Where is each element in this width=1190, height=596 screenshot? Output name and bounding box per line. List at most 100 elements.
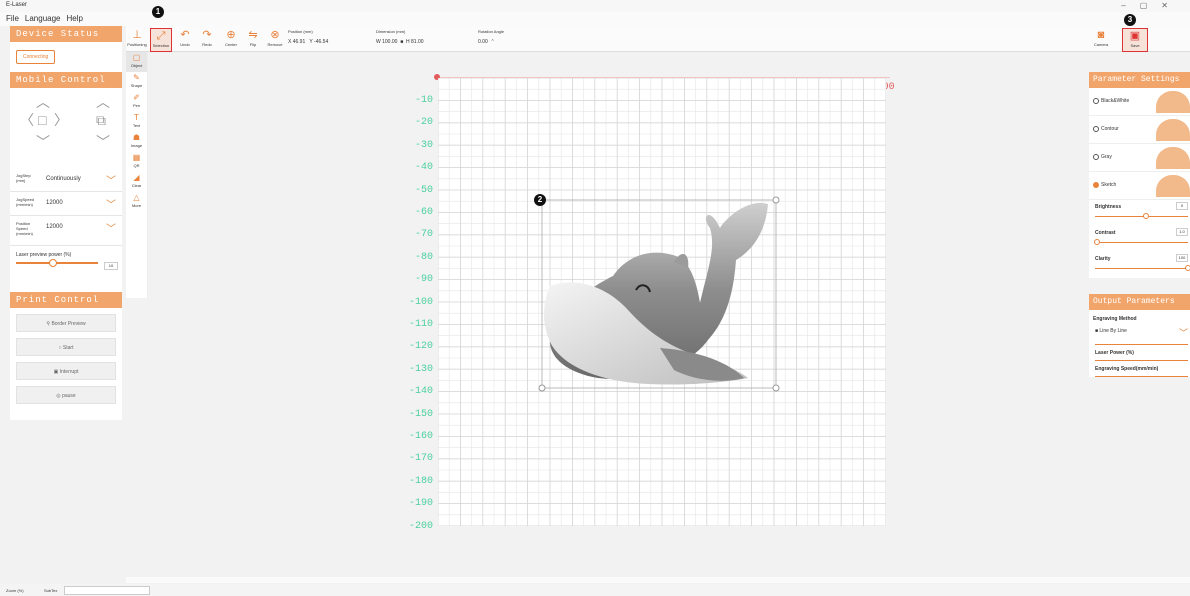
jogspeed-row: JogSpeed (mm/min) 12000 ﹀ [10,192,122,216]
border-preview-button[interactable]: ⚲ Border Preview [16,314,116,332]
mode-option[interactable]: Gray [1089,144,1190,172]
adjust-input[interactable]: 100 [1176,254,1188,262]
tool-shape[interactable]: ✎ Shape [126,72,147,92]
pos-x-input[interactable]: X 46.91 [288,39,305,45]
z-up-icon[interactable]: ︿ [96,92,110,112]
toolbar: ⊥ Positioning ⤢ Selection ↶ Undo ↷ Redo ⊕ Cen… [126,26,1190,52]
z-down-icon[interactable]: ﹀ [96,132,110,152]
jog-arrows: ︿ 〈 □ 〉 ﹀ ︿ ⧉ ﹀ [10,88,122,168]
adjust-input[interactable]: 0 [1176,202,1188,210]
y-tick-label: -50 [414,184,433,196]
laser-power-input[interactable]: 10 [104,262,118,270]
laser-power-slider[interactable] [16,259,98,267]
position-label: Position (mm) [288,29,313,34]
y-tick-label: -100 [408,296,433,308]
tool-qr[interactable]: ▦ QR [126,152,147,172]
y-tick-label: -80 [414,251,433,263]
adjust-knob[interactable] [1185,265,1190,271]
home-icon[interactable]: □ [38,112,46,128]
adjust-knob[interactable] [1143,213,1150,219]
close-button[interactable]: ✕ [1161,1,1182,10]
y-tick-label: -90 [414,274,433,286]
flip-icon: ⇋ [248,29,258,41]
menu-file[interactable]: File [6,12,19,26]
chevron-down-icon[interactable]: ﹀ [106,220,116,235]
center-button[interactable]: ⊕ Center [220,28,242,52]
positioning-button[interactable]: ⊥ Positioning [126,28,148,52]
adjust-slider[interactable] [1095,213,1188,219]
tool-more[interactable]: △ More [126,192,147,212]
menu-help[interactable]: Help [66,12,82,26]
output-parameters-section: Output Parameters Engraving Method ■ Lin… [1089,294,1190,377]
maximize-button[interactable]: ▢ [1140,1,1162,10]
arrow-down-icon[interactable]: ﹀ [36,132,50,152]
adjust-row: Contrast 1.0 [1089,226,1190,252]
jogstep-select[interactable]: Continuously [46,176,81,182]
flip-button[interactable]: ⇋ Flip [242,28,264,52]
connect-button[interactable]: Connecting [16,50,56,64]
y-tick-label: -150 [408,408,433,420]
position-speed-select[interactable]: 12000 [46,224,63,230]
step-marker-1: 1 [152,6,164,18]
adjust-slider[interactable] [1093,239,1188,245]
work-canvas[interactable] [437,77,887,527]
selection-button[interactable]: ⤢ Selection [150,28,172,52]
tool-text[interactable]: T Text [126,112,147,132]
menu-language[interactable]: Language [25,12,61,26]
radio-icon[interactable] [1093,182,1099,188]
left-panel: Device Status Connecting Mobile Control … [10,26,122,420]
adjust-knob[interactable] [1093,239,1100,245]
copy-icon[interactable]: ⧉ [96,112,106,129]
resize-handle-bl[interactable] [538,384,546,392]
radio-icon[interactable] [1093,154,1099,160]
horizontal-scrollbar[interactable] [126,577,1190,583]
width-input[interactable]: W 100.00 [376,39,397,45]
arrow-up-icon[interactable]: ︿ [36,92,50,112]
redo-button[interactable]: ↷ Redo [196,28,218,52]
output-parameters-title: Output Parameters [1089,294,1190,310]
chevron-down-icon[interactable]: ﹀ [106,196,116,211]
mode-preview-thumb [1156,175,1190,197]
mode-label: Sketch [1101,182,1117,188]
arrow-left-icon[interactable]: 〈 [20,110,34,130]
start-button[interactable]: ○ Start [16,338,116,356]
laser-power-knob[interactable] [48,259,57,267]
rotation-input[interactable]: 0.00 [478,39,488,45]
arrow-right-icon[interactable]: 〉 [54,110,68,130]
tool-pen[interactable]: ✐ Pen [126,92,147,112]
remove-button[interactable]: ⊗ Remove [264,28,286,52]
save-button[interactable]: ▣ Save [1122,28,1148,52]
minimize-button[interactable]: – [1121,1,1139,10]
interrupt-button[interactable]: ▣ Interrupt [16,362,116,380]
camera-button[interactable]: ◙ Camera [1090,28,1112,52]
pause-button[interactable]: ◎ pause [16,386,116,404]
tool-clear[interactable]: ◢ Clear [126,172,147,192]
clear-icon: ◢ [133,173,140,182]
remove-icon: ⊗ [270,29,280,41]
radio-icon[interactable] [1093,126,1099,132]
mode-option[interactable]: Black&White [1089,88,1190,116]
radio-icon[interactable] [1093,98,1099,104]
pos-y-input[interactable]: Y -46.54 [309,39,328,45]
chevron-down-icon[interactable]: ﹀ [1179,326,1188,339]
mode-option[interactable]: Contour [1089,116,1190,144]
mode-option[interactable]: Sketch [1089,172,1190,200]
lock-icon[interactable]: ■ [400,39,403,45]
jogspeed-select[interactable]: 12000 [46,200,63,206]
resize-handle-tr[interactable] [772,196,780,204]
status-input[interactable] [64,586,150,595]
engraving-speed-slider[interactable] [1095,376,1188,377]
undo-button[interactable]: ↶ Undo [174,28,196,52]
mode-label: Contour [1101,126,1119,132]
height-input[interactable]: H 81.00 [406,39,424,45]
dolphin-image[interactable] [544,202,768,385]
adjust-input[interactable]: 1.0 [1176,228,1188,236]
resize-handle-br[interactable] [772,384,780,392]
engraving-method-select[interactable]: ■ Line By Line ﹀ [1089,328,1190,342]
chevron-down-icon[interactable]: ﹀ [106,172,116,187]
y-tick-label: -190 [408,498,433,510]
tool-object[interactable]: ▢ Object [126,52,147,72]
adjust-slider[interactable] [1095,265,1190,271]
tool-image[interactable]: ☗ Image [126,132,147,152]
step-marker-3: 3 [1124,14,1136,26]
